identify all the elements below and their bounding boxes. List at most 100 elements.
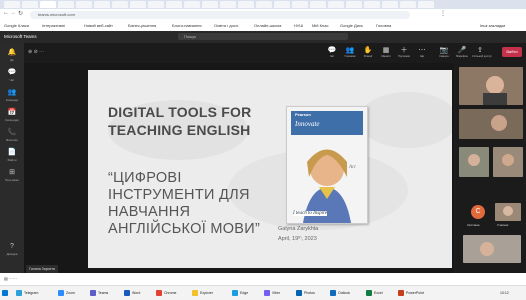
taskbar-item[interactable]: Word (124, 289, 140, 298)
teams-icon[interactable]: 👥 (7, 89, 17, 97)
browser-tab[interactable] (58, 1, 74, 8)
mic-button[interactable]: 🎤 Мікрофон (454, 47, 470, 58)
bookmark-item[interactable]: НУШ (294, 23, 303, 29)
clock[interactable]: 10:12 (500, 289, 509, 298)
bookmark-item[interactable]: Інші закладки (480, 23, 505, 29)
browser-tab[interactable] (382, 1, 398, 8)
browser-tab[interactable] (346, 1, 362, 8)
presenter-photo-card: Pearson Innovate Act I teach to Inspire (286, 106, 368, 224)
browser-tab[interactable] (202, 1, 218, 8)
browser-tab[interactable] (328, 1, 344, 8)
reactions-button[interactable]: ✋ Реакції (360, 47, 376, 58)
files-icon[interactable]: 📄 (7, 149, 17, 157)
taskbar-item[interactable]: Viber (264, 289, 280, 298)
search-input[interactable]: Пошук (178, 33, 348, 40)
taskbar-item[interactable]: Explorer (192, 289, 213, 298)
chat-button[interactable]: 💬 Чат (324, 47, 340, 58)
viber-icon (264, 290, 270, 297)
taskbar-item[interactable]: Zoom (58, 289, 75, 298)
browser-tab[interactable] (22, 1, 38, 8)
participant-video-tile[interactable] (463, 235, 521, 263)
browser-tab[interactable] (76, 1, 92, 8)
browser-tab[interactable] (130, 1, 146, 8)
taskbar-item[interactable]: Teams (90, 289, 108, 298)
zoom-icon (58, 290, 64, 297)
bookmark-item[interactable]: Онлайн-школа (254, 23, 281, 29)
apps-button[interactable]: ＋ Програми (396, 47, 412, 58)
chat-icon[interactable]: 💬 (7, 69, 17, 77)
camera-button[interactable]: 📷 Камера (436, 47, 452, 58)
browser-tab[interactable] (220, 1, 236, 8)
browser-tab[interactable] (310, 1, 326, 8)
rail-label: Програми (5, 178, 19, 182)
taskbar-item[interactable]: Excel (366, 289, 383, 298)
download-item[interactable]: ▤ ······ (4, 276, 17, 281)
bookmark-item[interactable]: Головна (376, 23, 391, 29)
more-button[interactable]: ⋯ Ще (414, 47, 430, 58)
browser-tab[interactable] (364, 1, 380, 8)
share-icon: ⇪ (477, 47, 483, 54)
browser-tab[interactable] (4, 1, 20, 8)
browser-tab[interactable] (274, 1, 290, 8)
participant-video-tile[interactable] (495, 203, 521, 221)
camera-icon: 📷 (439, 47, 449, 54)
calendar-icon[interactable]: 📅 (7, 109, 17, 117)
photo-word-act: Act (349, 165, 356, 170)
participant-video-tile[interactable] (459, 147, 489, 177)
back-icon[interactable]: ← (3, 10, 9, 16)
app-title: Microsoft Teams (4, 34, 37, 39)
taskbar-item[interactable]: PowerPoint (398, 289, 424, 298)
address-bar[interactable]: teams.microsoft.com (30, 11, 410, 19)
rooms-button[interactable]: ▦ Кімнати (378, 47, 394, 58)
bookmark-item[interactable]: Інтерактивні (42, 23, 65, 29)
leave-button[interactable]: Вийти (502, 47, 522, 57)
participant-video-tile[interactable] (493, 147, 523, 177)
bookmark-item[interactable]: Мій Клас (312, 23, 328, 29)
browser-tab[interactable] (400, 1, 416, 8)
browser-tab-active[interactable] (40, 1, 56, 8)
browser-tab[interactable] (94, 1, 110, 8)
participant-name: Учасник (497, 223, 509, 227)
activity-icon[interactable]: 🔔 (7, 49, 17, 57)
apps-icon[interactable]: ⊞ (7, 169, 17, 177)
participant-video-tile[interactable] (459, 109, 523, 139)
browser-tab[interactable] (418, 1, 434, 8)
participant-video-tile[interactable] (459, 67, 523, 105)
participant-video (459, 109, 523, 139)
share-button[interactable]: ⇪ Спільний доступ (472, 47, 492, 58)
presenter-name-tag: Галина Зарихта (26, 265, 58, 273)
extensions-icon[interactable]: ⋮ (440, 10, 446, 17)
taskbar-item[interactable]: Chrome (156, 289, 176, 298)
browser-tab[interactable] (148, 1, 164, 8)
slide-title-en-line1: DIGITAL TOOLS FOR (108, 104, 252, 120)
meeting-info-icon[interactable]: ⊕ ⊘ ⋯ (28, 49, 44, 55)
slide-author: Galyna Zarykhta (278, 226, 319, 232)
bookmark-item[interactable]: Google Диск (340, 23, 363, 29)
participant-video (493, 147, 523, 177)
browser-tab[interactable] (238, 1, 254, 8)
browser-tab[interactable] (112, 1, 128, 8)
start-button[interactable] (2, 289, 10, 298)
bookmark-item[interactable]: Освіта і досл. (214, 23, 239, 29)
taskbar-item[interactable]: Outlook (330, 289, 350, 298)
browser-tab[interactable] (256, 1, 272, 8)
bookmark-item[interactable]: Бізнес-рішення (128, 23, 156, 29)
taskbar-item[interactable]: Photos (296, 289, 315, 298)
calls-icon[interactable]: 📞 (7, 129, 17, 137)
slide-title-ua-line1: “ЦИФРОВІ (108, 170, 182, 186)
taskbar-item[interactable]: Telegram (16, 289, 38, 298)
people-button[interactable]: 👥 Учасники (342, 47, 358, 58)
rooms-icon: ▦ (382, 47, 390, 54)
reload-icon[interactable]: ↻ (18, 10, 23, 17)
microphone-icon: 🎤 (457, 47, 467, 54)
browser-tab[interactable] (166, 1, 182, 8)
bookmark-item[interactable]: Google Класи (4, 23, 29, 29)
forward-icon[interactable]: → (10, 10, 16, 16)
taskbar-item[interactable]: Edge (232, 289, 248, 298)
browser-tab[interactable] (292, 1, 308, 8)
help-icon[interactable]: ? (7, 243, 17, 251)
participant-avatar[interactable]: C (471, 205, 485, 219)
bookmark-item[interactable]: Новий веб-сайт (84, 23, 113, 29)
bookmark-item[interactable]: Блоги-навчання (172, 23, 201, 29)
browser-tab[interactable] (184, 1, 200, 8)
